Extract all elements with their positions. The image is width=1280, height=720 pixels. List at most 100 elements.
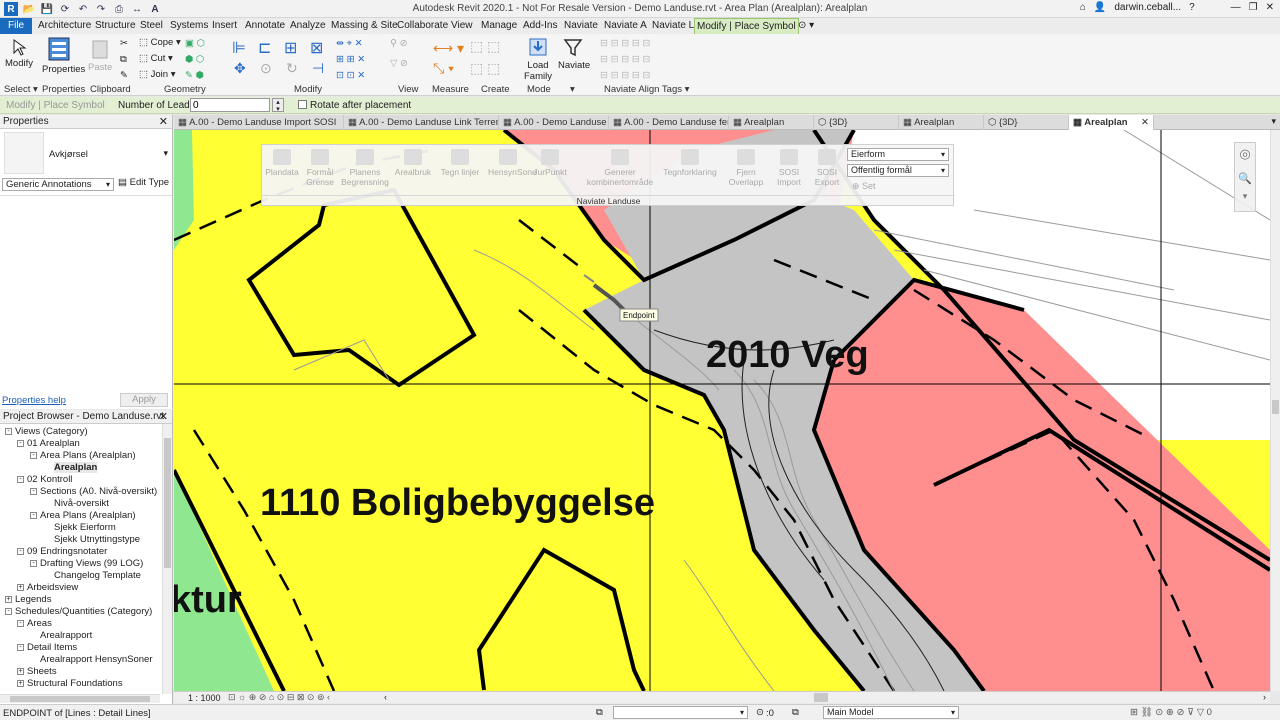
tab-structure[interactable]: Structure (93, 18, 138, 34)
tab-architecture[interactable]: Architecture (36, 18, 93, 34)
properties-button[interactable]: Properties (42, 36, 85, 75)
split-icon[interactable]: ⇹ ⌖ ✕ (336, 38, 363, 49)
view-tab-arealplan-1[interactable]: ▦ Arealplan (729, 115, 814, 130)
browser-item[interactable]: - Schedules/Quantities (Category) (5, 606, 152, 618)
leaders-input[interactable] (190, 98, 270, 112)
view-tab-arealplan-2[interactable]: ▦ Arealplan (899, 115, 984, 130)
copy-element-icon[interactable]: ⊙ (260, 60, 272, 77)
naviate-filter-button[interactable]: Naviate (558, 36, 590, 71)
dimension-icon[interactable]: ⤡ ▾ (433, 60, 454, 77)
palette-button[interactable]: Tegn linjer (438, 149, 482, 177)
geometry-tool-icon[interactable]: ▣ ⬡ (185, 38, 205, 49)
offset-icon[interactable]: ⊏ (258, 38, 271, 58)
view-tab-import-sosi[interactable]: ▦ A.00 - Demo Landuse Import SOSI (174, 115, 344, 130)
expand-icon[interactable]: + (17, 583, 24, 591)
hscroll-right-icon[interactable]: › (1263, 692, 1266, 702)
expand-icon[interactable]: + (5, 595, 12, 603)
pin-icon[interactable]: ⚲ ⊘ (390, 38, 408, 49)
minimize-icon[interactable]: — (1231, 2, 1241, 13)
eierform-select[interactable]: Eierform (847, 148, 949, 161)
tab-modify-place-symbol[interactable]: Modify | Place Symbol (694, 18, 799, 34)
view-tab-arealplan-active[interactable]: ▦ Arealplan ✕ (1069, 115, 1154, 130)
browser-item[interactable]: - Detail Items (17, 642, 77, 654)
palette-button[interactable]: Plandata (264, 149, 300, 177)
browser-item[interactable]: Arealrapport HensynSoner (30, 654, 152, 666)
collapse-icon[interactable]: - (30, 451, 37, 459)
palette-button[interactable]: Fjern Overlapp (724, 149, 768, 187)
collapse-icon[interactable]: - (30, 487, 37, 495)
canvas-scroll-thumb[interactable] (1272, 400, 1279, 414)
view-tab-close-icon[interactable]: ✕ (1141, 115, 1149, 130)
palette-button[interactable]: Tegnforklaring (660, 149, 720, 177)
create-group-icon[interactable]: ⬚ ⬚ (470, 60, 500, 77)
steering-wheel-icon[interactable]: ◎ (1235, 146, 1255, 162)
palette-button[interactable]: Generer kombinertområde (586, 149, 654, 187)
help-icon[interactable]: ? (1189, 2, 1195, 13)
set-button[interactable]: ⊕ Set (852, 181, 876, 192)
area-plan-drawing[interactable]: 2010 Veg 1110 Boligbebyggelse ktur Endpo… (174, 130, 1270, 691)
editable-icon[interactable]: ⧉ (792, 707, 799, 718)
modify-button[interactable]: Modify (4, 38, 34, 69)
geometry-tool-icon-2[interactable]: ⬢ ⬡ (185, 54, 204, 65)
canvas-scrollbar[interactable] (1270, 130, 1280, 691)
browser-item[interactable]: + Legends (5, 594, 51, 606)
collapse-icon[interactable]: - (17, 439, 24, 447)
rotate-icon[interactable]: ↻ (286, 60, 298, 77)
browser-item[interactable]: + Arbeidsview (17, 582, 78, 594)
home-icon[interactable]: ⌂ (1080, 2, 1086, 13)
canvas-hscroll-thumb[interactable] (814, 693, 828, 702)
hide-icon[interactable]: ▽ ⊘ (390, 58, 408, 69)
cut-button[interactable]: ⬚ Cut ▾ (139, 53, 173, 64)
tab-add-ins[interactable]: Add-Ins (521, 18, 559, 34)
collapse-icon[interactable]: - (17, 643, 24, 651)
browser-item[interactable]: - Areas (17, 618, 52, 630)
expand-icon[interactable]: + (17, 679, 24, 687)
tab-collaborate[interactable]: Collaborate (395, 18, 450, 34)
browser-item[interactable]: - Drafting Views (99 LOG) (30, 558, 143, 570)
collapse-icon[interactable]: - (30, 559, 37, 567)
selection-options-icons[interactable]: ⊞ ⛓ ⊙ ⊕ ⊘ ⊽ ▽ 0 (1130, 707, 1212, 718)
cope-button[interactable]: ⬚ Cope ▾ (139, 37, 181, 48)
ribbon-options-icon[interactable]: ⊙ ▾ (796, 18, 816, 34)
close-icon[interactable]: ✕ (1266, 2, 1274, 13)
tab-manage[interactable]: Manage (479, 18, 519, 34)
collapse-icon[interactable]: - (5, 607, 12, 615)
browser-item[interactable]: Changelog Template (44, 570, 141, 582)
user-name[interactable]: darwin.ceball... (1114, 2, 1181, 13)
naviate-dropdown-icon[interactable]: ▾ (570, 84, 575, 95)
browser-item[interactable]: Arealrapport (30, 630, 92, 642)
browser-item[interactable]: - Sections (A0. Nivå-oversikt) (30, 486, 157, 498)
palette-button[interactable]: SOSI Import (772, 149, 806, 187)
browser-item[interactable]: - Views (Category) (5, 426, 88, 438)
collapse-icon[interactable]: - (5, 427, 12, 435)
design-option-select[interactable]: Main Model (823, 706, 959, 719)
browser-item[interactable]: -02 Kontroll (17, 474, 72, 486)
tab-insert[interactable]: Insert (210, 18, 239, 34)
offentlig-formal-select[interactable]: Offentlig formål (847, 164, 949, 177)
type-dropdown-icon[interactable]: ▾ (163, 148, 168, 159)
leaders-stepper[interactable]: ▴ ▾ (272, 98, 284, 113)
view-tab-link-terreng[interactable]: ▦ A.00 - Demo Landuse Link Terreng (344, 115, 499, 130)
collapse-icon[interactable]: - (17, 547, 24, 555)
category-filter[interactable]: Generic Annotations (2, 178, 114, 191)
browser-item[interactable]: - Area Plans (Arealplan) (30, 450, 136, 462)
tab-annotate[interactable]: Annotate (243, 18, 287, 34)
geometry-tool-icon-3[interactable]: ✎ ⬢ (185, 70, 204, 81)
mirror-axis-icon[interactable]: ⊞ (284, 38, 297, 58)
view-tab-demo-landuse[interactable]: ▦ A.00 - Demo Landuse (499, 115, 609, 130)
align-icon[interactable]: ⊫ (232, 38, 246, 58)
user-icon[interactable]: 👤 (1094, 2, 1106, 13)
trim-icon[interactable]: ⊣ (312, 60, 324, 77)
view-tab-3d-2[interactable]: ⬡ {3D} (984, 115, 1069, 130)
array-icon[interactable]: ⊞ ⊞ ✕ (336, 54, 365, 65)
edit-type-button[interactable]: ▤ Edit Type (118, 177, 169, 188)
palette-button[interactable]: Planens Begrensning (340, 149, 390, 187)
palette-button[interactable]: Arealbruk (394, 149, 432, 177)
palette-button[interactable]: HensynSone (488, 149, 537, 177)
measure-distance-icon[interactable]: ⟷ ▾ (433, 40, 464, 57)
palette-button[interactable]: Formål Grense (304, 149, 336, 187)
palette-button[interactable]: JurPunkt (532, 149, 568, 177)
tab-naviate-a[interactable]: Naviate A (602, 18, 649, 34)
browser-hscrollbar[interactable] (0, 694, 160, 703)
properties-close-icon[interactable]: ✕ (159, 115, 168, 129)
